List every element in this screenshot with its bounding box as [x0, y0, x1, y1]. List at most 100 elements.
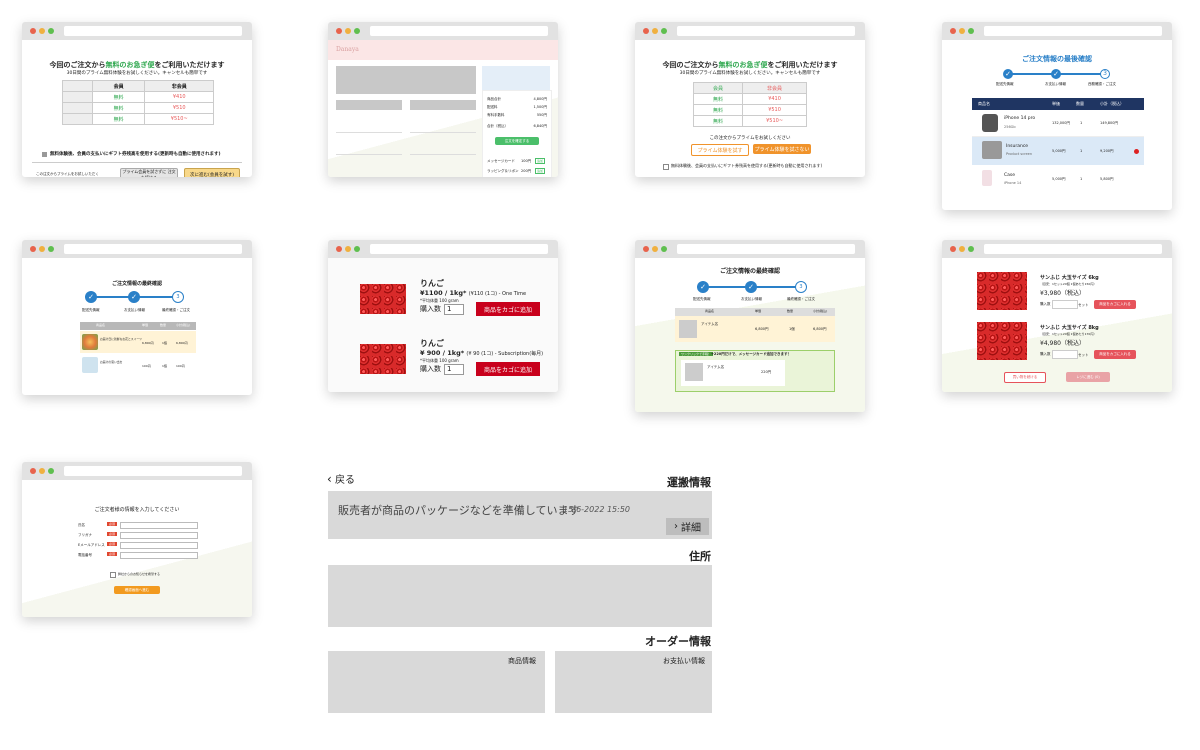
quantity-input[interactable]: 1 — [444, 364, 464, 375]
divider — [336, 154, 402, 155]
form-title: ご注文者様の情報を入力してください — [94, 507, 180, 513]
item-price: 132,000円 — [1052, 121, 1070, 125]
insurance-image — [982, 141, 1002, 159]
item-name: iPhone 14 pro — [1004, 116, 1036, 121]
divider — [32, 162, 242, 163]
field-label: Eメールアドレス — [78, 543, 105, 547]
item-qty: 1個 — [162, 341, 167, 345]
sum-label: 合計（税込） — [487, 124, 508, 128]
product-name: サンふじ 大玉サイズ 6kg — [1040, 275, 1099, 281]
required-badge: 必須 — [107, 522, 118, 526]
item-name: お届けの思い出を — [100, 360, 123, 364]
mockup-final-confirm-flowers: ご注文情報の最終確認 ✓ ✓ 3 配送先情報 お支払い情報 最終確認・ご注文 商… — [22, 240, 252, 395]
quantity-input[interactable] — [1052, 350, 1078, 359]
email-input[interactable] — [120, 542, 198, 549]
cell: 無料 — [91, 102, 146, 114]
back-link[interactable]: ‹ 戻る — [327, 471, 355, 486]
mockup-prime-upsell: 今回のご注文から無料のお急ぎ便をご利用いただけます 30日間のプライム無料体験を… — [22, 22, 252, 177]
sum-value: 6,840円 — [533, 124, 547, 128]
skip-prime-button[interactable]: プライム体験を試さない — [753, 144, 811, 154]
headline: 今回のご注文から無料のお急ぎ便をご利用いただけます — [49, 61, 225, 69]
cell: 無料 — [91, 113, 146, 125]
col-header: 数量 — [160, 323, 167, 327]
item-price: 100円 — [142, 364, 151, 368]
add-to-cart-button[interactable]: 商品をカゴに追加 — [476, 302, 540, 316]
quantity-input[interactable] — [1052, 300, 1078, 309]
col-header: 小計(税込) — [813, 309, 828, 313]
cell: ¥510 — [742, 104, 807, 116]
newsletter-checkbox[interactable] — [110, 572, 116, 578]
remove-icon[interactable] — [1134, 149, 1139, 154]
checkout-button[interactable]: レジに進む (0) — [1066, 372, 1110, 382]
checkbox-label: 弊社からのお知らせを希望する — [118, 572, 160, 576]
browser-chrome — [942, 22, 1172, 40]
promo-item-name: アイテム名 — [707, 365, 725, 369]
phone-image — [982, 114, 998, 132]
item-image — [679, 320, 697, 338]
step-label: お支払い情報 — [1045, 82, 1066, 86]
browser-chrome — [22, 240, 252, 258]
add-to-cart-button[interactable]: 商品をカゴに入れる — [1094, 350, 1136, 359]
col-nonmember: 非会員 — [144, 80, 214, 92]
item-price: 5,000円 — [1052, 177, 1066, 181]
try-prime-button[interactable]: プライム体験を試す — [691, 144, 749, 156]
step-2-check-icon: ✓ — [745, 281, 757, 293]
product-sub: （目安：1セット20個 1個あたり170円） — [1040, 332, 1097, 336]
product-price: ¥3,980（税込） — [1040, 290, 1085, 297]
cell: ¥410 — [144, 91, 214, 103]
case-image — [982, 170, 992, 186]
detail-label: 詳細 — [681, 523, 701, 534]
required-badge: 必須 — [107, 542, 118, 546]
subheadline: 30日間のプライム無料体験をお試しください。キャンセルも簡単です — [66, 71, 208, 76]
order-title: オーダー情報 — [645, 635, 711, 648]
cell: 無料 — [692, 93, 744, 105]
cell: ¥510 — [144, 102, 214, 114]
detail-button[interactable]: › 詳細 — [666, 518, 709, 535]
quantity-input[interactable]: 1 — [444, 304, 464, 315]
shipping-date: 15-6-2022 15:50 — [563, 505, 630, 514]
next-button[interactable]: 次に進む(会員を試す) — [184, 168, 240, 177]
item-total: 6,800円 — [176, 341, 188, 345]
add-to-cart-button[interactable]: 商品をカゴに追加 — [476, 362, 540, 376]
cell: ¥510~ — [742, 115, 807, 127]
item-sub: 256Gb — [1004, 125, 1016, 129]
furigana-input[interactable] — [120, 532, 198, 539]
url-bar — [677, 26, 855, 36]
promo-tag: ワンクリックで手軽！ — [679, 352, 714, 356]
opt-add-button[interactable]: 追加 — [535, 158, 546, 164]
step-3-indicator: 3 — [795, 281, 807, 293]
comparison-table: 会員 非会員 無料 ¥410 無料 ¥510 無料 ¥510~ — [692, 82, 807, 127]
opt-value: 200円 — [521, 169, 532, 173]
unit-label: セット — [1078, 303, 1089, 307]
item-qty: 1個 — [789, 327, 795, 331]
col-header: 数量 — [787, 309, 794, 313]
comparison-table: 会員 非会員 無料 ¥410 無料 ¥510 無料 ¥510~ — [62, 80, 214, 125]
sum-label: 商品合計 — [487, 97, 501, 101]
sum-value: 4,800円 — [533, 97, 547, 101]
name-input[interactable] — [120, 522, 198, 529]
gift-checkbox[interactable] — [42, 152, 47, 157]
product-price: ¥ 900 / 1kg* (¥ 90 (1コ) - Subscription(毎… — [420, 349, 544, 357]
item-total: 5,800円 — [1100, 177, 1114, 181]
opt-add-button[interactable]: 追加 — [535, 168, 546, 174]
url-bar — [370, 244, 548, 254]
mockup-customer-form: ご注文者様の情報を入力してください 氏名 必須 フリガナ 必須 Eメールアドレス… — [22, 462, 252, 617]
product-name: サンふじ 大玉サイズ 8kg — [1040, 325, 1099, 331]
mockup-prime-upsell-2: 今回のご注文から無料のお急ぎ便をご利用いただけます 30日間のプライム無料体験を… — [635, 22, 865, 177]
add-to-cart-button[interactable]: 商品をカゴに入れる — [1094, 300, 1136, 309]
col-member: 会員 — [91, 80, 146, 92]
submit-button[interactable]: 確認画面へ進む — [114, 586, 160, 594]
confirm-order-button[interactable]: 注文を確定する — [495, 137, 539, 145]
gift-checkbox[interactable] — [663, 164, 669, 170]
item-name: Insurance — [1006, 144, 1029, 149]
summary-box: 商品合計 4,800円 配送料 1,500円 有料手数料 550円 合計（税込）… — [482, 90, 552, 177]
cell: 無料 — [692, 115, 744, 127]
item-name: お届け日に新鮮なお花とスイーツ — [100, 337, 142, 341]
sum-value: 1,500円 — [533, 105, 547, 109]
continue-shopping-button[interactable]: 買い物を続ける — [1004, 372, 1046, 383]
skip-trial-button[interactable]: プライム会員を試さずに 注文を続ける — [120, 168, 178, 177]
browser-chrome — [22, 462, 252, 480]
item-qty: 1個 — [162, 364, 167, 368]
url-bar — [370, 26, 548, 36]
phone-input[interactable] — [120, 552, 198, 559]
